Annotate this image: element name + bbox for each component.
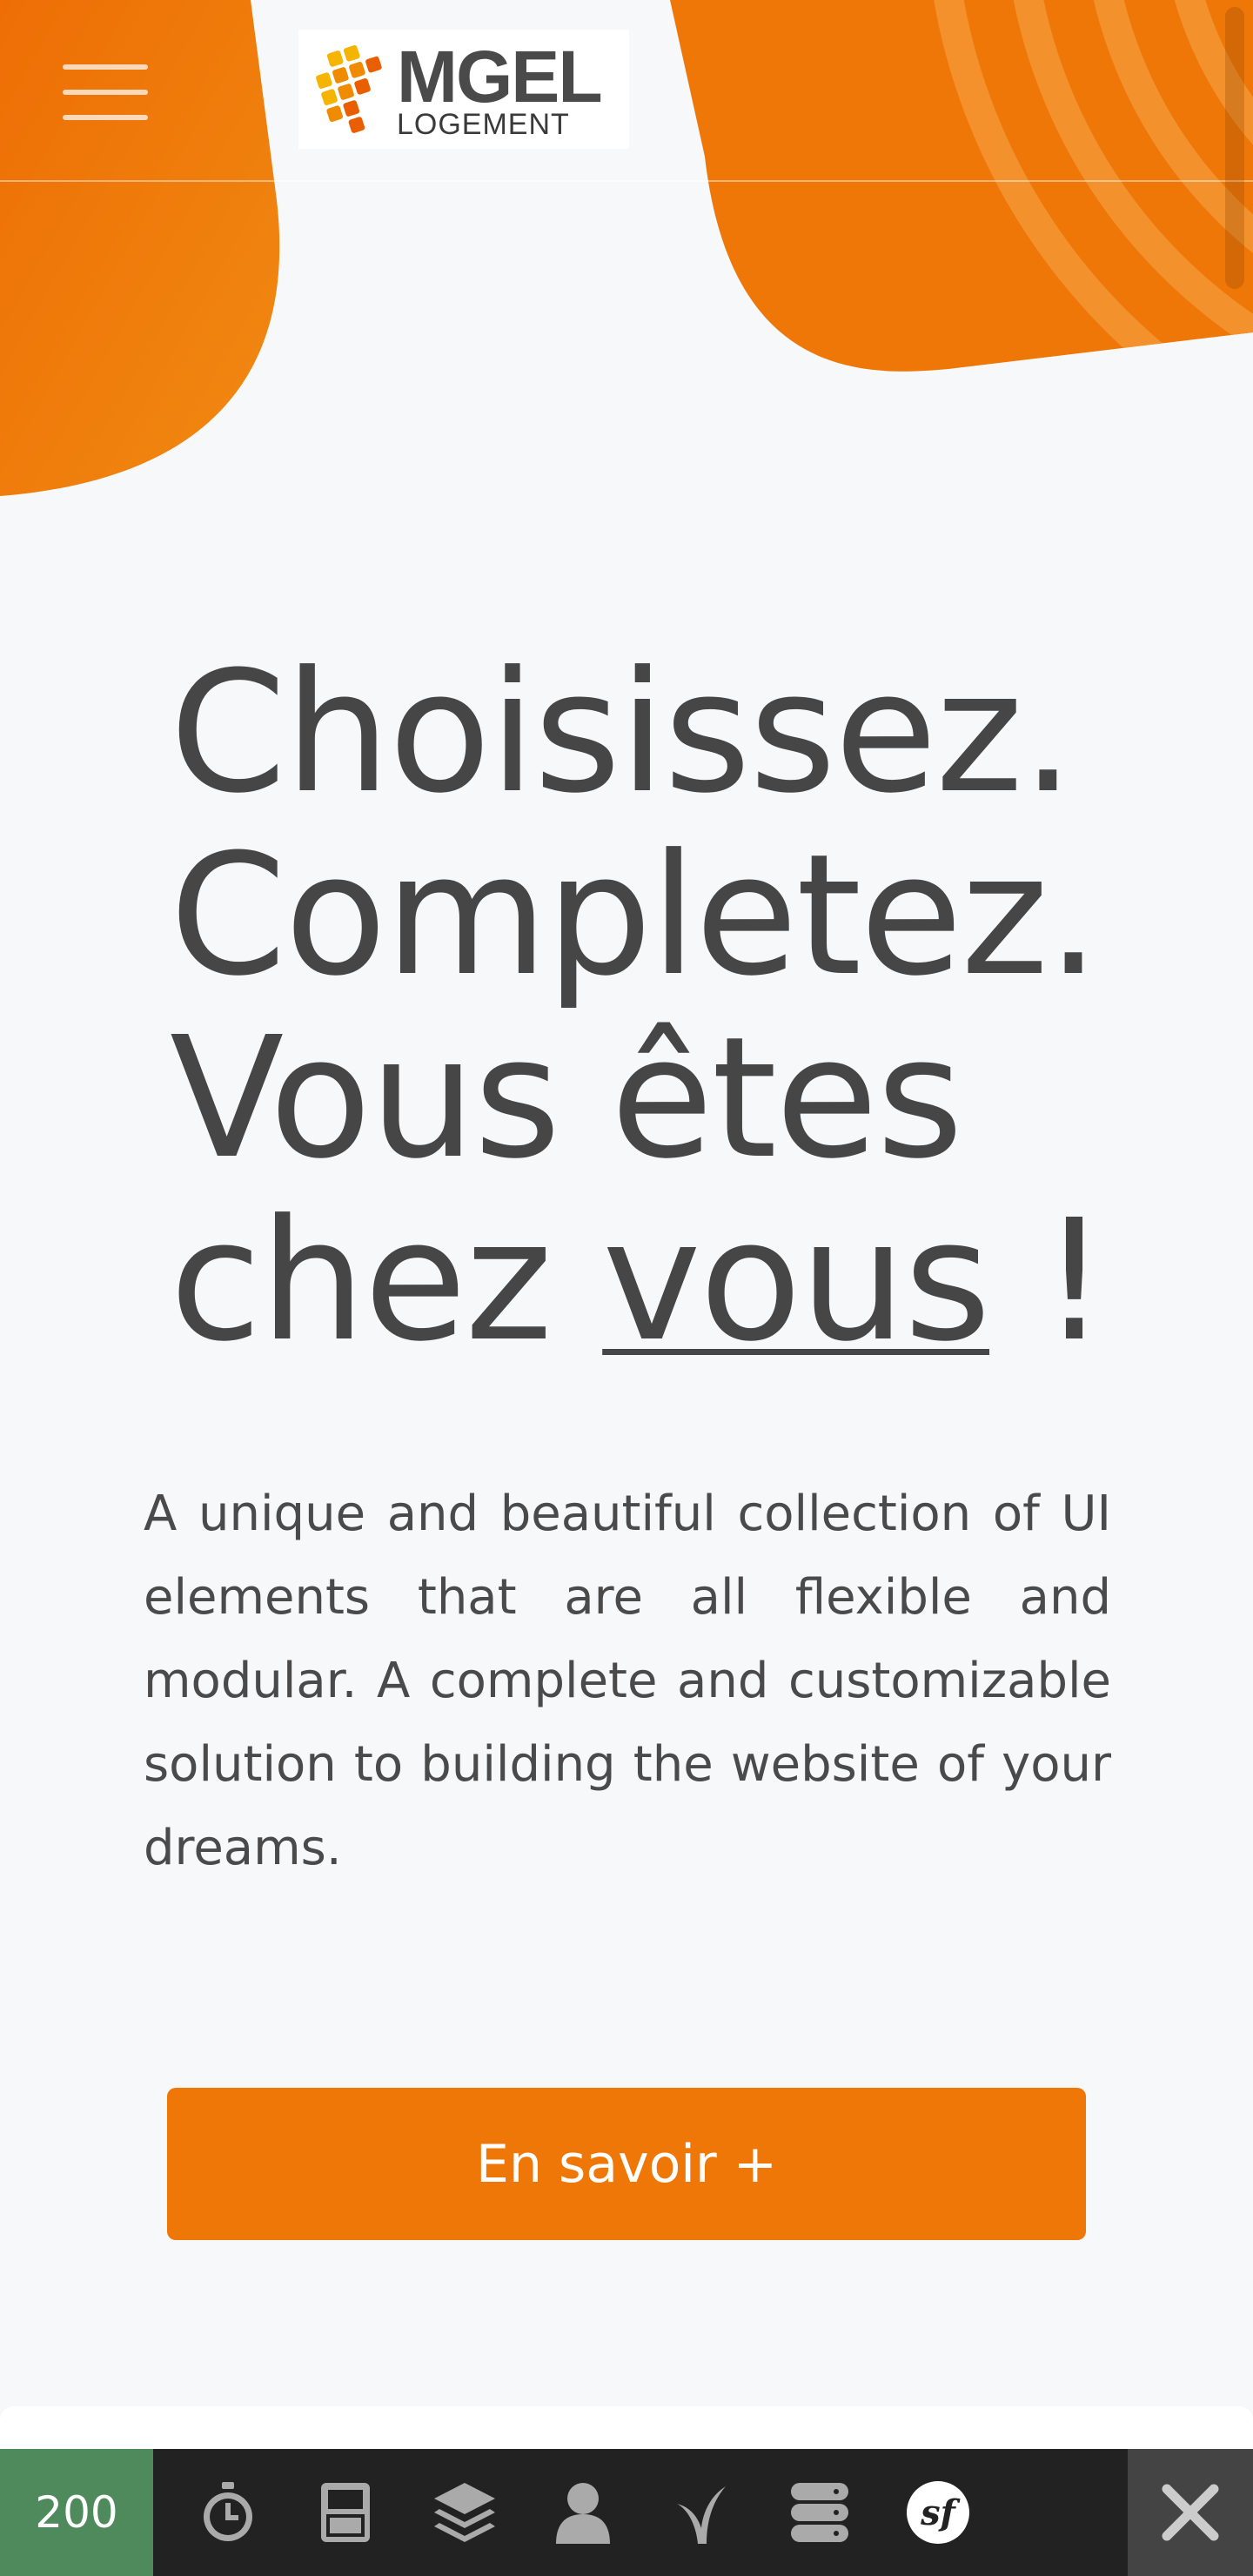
scrollbar[interactable] (1225, 7, 1244, 289)
hero-title-line-3: Vous êtes (170, 1002, 963, 1196)
logo-tiles-icon (316, 44, 382, 133)
svg-text:sf: sf (920, 2492, 961, 2533)
close-icon[interactable] (1128, 2449, 1253, 2576)
decorative-orange-shape-right (670, 0, 1253, 372)
mgel-logo[interactable]: MGEL LOGEMENT (298, 30, 629, 149)
symfony-icon[interactable]: sf (903, 2478, 973, 2547)
hero-title-suffix: ! (989, 1184, 1108, 1379)
logo-main-text: MGEL (397, 35, 603, 117)
status-code-badge[interactable]: 200 (0, 2449, 153, 2576)
header-divider (0, 180, 1253, 182)
hero-description: A unique and beautiful collection of UI … (144, 1486, 1111, 1876)
hero-title-line-2: Completez. (170, 819, 1100, 1013)
hamburger-menu-icon[interactable] (63, 50, 167, 134)
database-icon[interactable] (785, 2478, 854, 2547)
hero-title-line-4-prefix: chez (170, 1184, 603, 1379)
hero-title-line-1: Choisissez. (170, 636, 1075, 830)
memory-icon[interactable] (311, 2478, 380, 2547)
timer-icon[interactable] (193, 2478, 263, 2547)
hero-title: Choisissez. Completez. Vous êtes chez vo… (170, 642, 1179, 1373)
en-savoir-plus-button[interactable]: En savoir + (167, 2088, 1086, 2240)
hero-title-emphasis: vous (602, 1184, 991, 1379)
twig-icon[interactable] (667, 2478, 736, 2547)
hero-title-line-4: chez vous ! (170, 1191, 1179, 1373)
layers-icon[interactable] (430, 2478, 499, 2547)
debug-toolbar: 200 (0, 2449, 1253, 2576)
user-icon[interactable] (548, 2478, 618, 2547)
